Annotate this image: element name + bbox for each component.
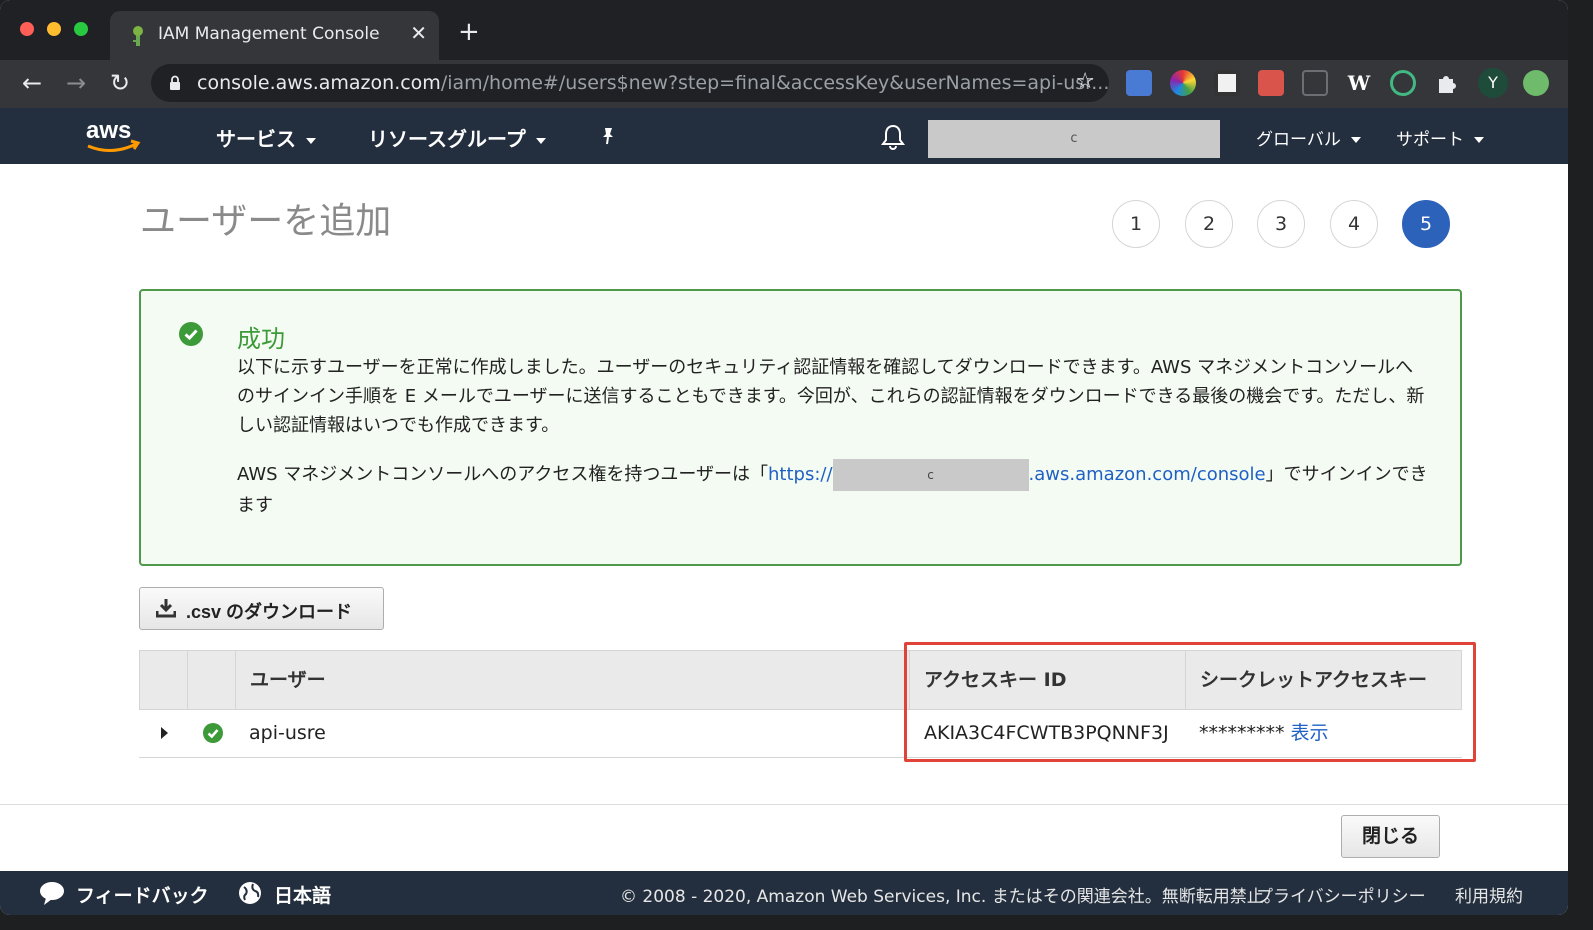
console-signin-link[interactable]: https://c .aws.amazon.com/console <box>768 459 1266 491</box>
browser-tab[interactable]: IAM Management Console ✕ <box>110 11 439 60</box>
puzzle-extension-icon[interactable] <box>1434 70 1460 96</box>
pin-icon[interactable] <box>598 126 618 146</box>
services-menu[interactable]: サービス <box>216 123 316 152</box>
signin-message: AWS マネジメントコンソールへのアクセス権を持つユーザーは「https://c… <box>237 459 1437 520</box>
alert-message: 以下に示すユーザーを正常に作成しました。ユーザーのセキュリティ認証情報を確認して… <box>237 357 1425 436</box>
copyright-text: © 2008 - 2020, Amazon Web Services, Inc.… <box>620 887 1281 907</box>
browser-window: IAM Management Console ✕ + ← → ↻ console… <box>0 0 1568 915</box>
support-label: サポート <box>1396 130 1464 150</box>
expand-column-header <box>140 651 188 709</box>
url-path: /iam/home#/users$new?step=final&accessKe… <box>440 72 1110 94</box>
wizard-step-3[interactable]: 3 <box>1257 200 1305 248</box>
translate-extension-icon[interactable] <box>1126 70 1152 96</box>
target-extension-icon[interactable] <box>1390 70 1416 96</box>
redacted-account-id: c <box>832 459 1029 491</box>
terms-link[interactable]: 利用規約 <box>1455 882 1523 907</box>
chevron-down-icon <box>1350 137 1361 143</box>
resource-groups-label: リソースグループ <box>368 127 526 151</box>
success-check-icon <box>179 322 203 346</box>
resource-groups-menu[interactable]: リソースグループ <box>368 123 546 152</box>
wizard-step-1[interactable]: 1 <box>1112 200 1160 248</box>
success-alert: 成功 以下に示すユーザーを正常に作成しました。ユーザーのセキュリティ認証情報を確… <box>139 289 1462 566</box>
language-selector[interactable]: 日本語 <box>274 881 331 908</box>
region-menu[interactable]: グローバル <box>1256 125 1361 150</box>
wizard-step-2[interactable]: 2 <box>1185 200 1233 248</box>
chevron-down-icon <box>535 137 546 144</box>
account-menu-redacted[interactable]: c <box>928 120 1220 158</box>
forward-icon[interactable]: → <box>61 68 91 98</box>
aws-logo[interactable]: aws <box>84 116 144 156</box>
aws-navbar: aws サービス リソースグループ c グローバル サポート <box>0 108 1568 164</box>
svg-text:aws: aws <box>86 117 131 144</box>
services-label: サービス <box>216 127 296 151</box>
url-host: console.aws.amazon.com <box>197 72 441 94</box>
expand-row-icon[interactable] <box>161 727 168 739</box>
download-csv-label: .csv のダウンロード <box>186 602 353 622</box>
wizard-step-4[interactable]: 4 <box>1330 200 1378 248</box>
browser-toolbar: ← → ↻ console.aws.amazon.com/iam/home#/u… <box>0 60 1568 108</box>
signin-prefix: AWS マネジメントコンソールへのアクセス権を持つユーザーは「 <box>237 464 769 485</box>
aws-footer: フィードバック 日本語 © 2008 - 2020, Amazon Web Se… <box>0 871 1568 915</box>
qr-code-extension-icon[interactable] <box>1214 70 1240 96</box>
page-title: ユーザーを追加 <box>140 201 392 242</box>
url-text: console.aws.amazon.com/iam/home#/users$n… <box>197 72 1109 94</box>
privacy-policy-link[interactable]: プライバシーポリシー <box>1256 882 1426 907</box>
bell-icon[interactable] <box>880 123 906 151</box>
feedback-speech-bubble-icon <box>40 882 64 905</box>
address-bar[interactable]: console.aws.amazon.com/iam/home#/users$n… <box>151 64 1109 102</box>
close-button[interactable]: 閉じる <box>1341 815 1440 858</box>
back-icon[interactable]: ← <box>17 68 47 98</box>
chevron-down-icon <box>306 137 316 144</box>
lock-icon <box>170 75 180 90</box>
signin-link-end: .aws.amazon.com/console <box>1028 464 1266 485</box>
reload-icon[interactable]: ↻ <box>105 68 135 98</box>
maximize-window-button[interactable] <box>74 22 88 36</box>
red-extension-icon[interactable] <box>1258 70 1284 96</box>
download-icon <box>156 599 176 618</box>
user-name-cell: api-usre <box>249 722 326 744</box>
globe-icon <box>239 882 261 904</box>
minimize-window-button[interactable] <box>47 22 61 36</box>
alert-title: 成功 <box>237 325 285 353</box>
new-tab-button[interactable]: + <box>458 18 480 46</box>
support-menu[interactable]: サポート <box>1396 125 1484 150</box>
color-picker-extension-icon[interactable] <box>1170 70 1196 96</box>
download-csv-button[interactable]: .csv のダウンロード <box>139 587 384 630</box>
status-column-header <box>188 651 236 709</box>
success-check-icon <box>203 723 223 743</box>
chevron-down-icon <box>1474 137 1484 143</box>
region-label: グローバル <box>1256 130 1341 150</box>
user-column-header[interactable]: ユーザー <box>236 651 910 709</box>
close-window-button[interactable] <box>20 22 34 36</box>
profile-avatar[interactable]: Y <box>1478 68 1508 98</box>
tab-title: IAM Management Console <box>158 24 380 44</box>
signin-link-start: https:// <box>768 464 833 485</box>
update-icon[interactable] <box>1523 70 1549 96</box>
tab-strip: IAM Management Console ✕ + <box>0 0 1568 60</box>
bookmark-star-icon[interactable]: ☆ <box>1075 69 1095 94</box>
wikipedia-extension-icon[interactable]: W <box>1346 70 1372 96</box>
feedback-link[interactable]: フィードバック <box>76 881 209 908</box>
divider <box>0 804 1568 805</box>
move-extension-icon[interactable] <box>1302 70 1328 96</box>
wizard-step-5-active[interactable]: 5 <box>1402 200 1450 248</box>
tab-close-icon[interactable]: ✕ <box>410 21 427 45</box>
iam-favicon-icon <box>133 26 143 46</box>
annotation-highlight-box <box>904 642 1476 762</box>
